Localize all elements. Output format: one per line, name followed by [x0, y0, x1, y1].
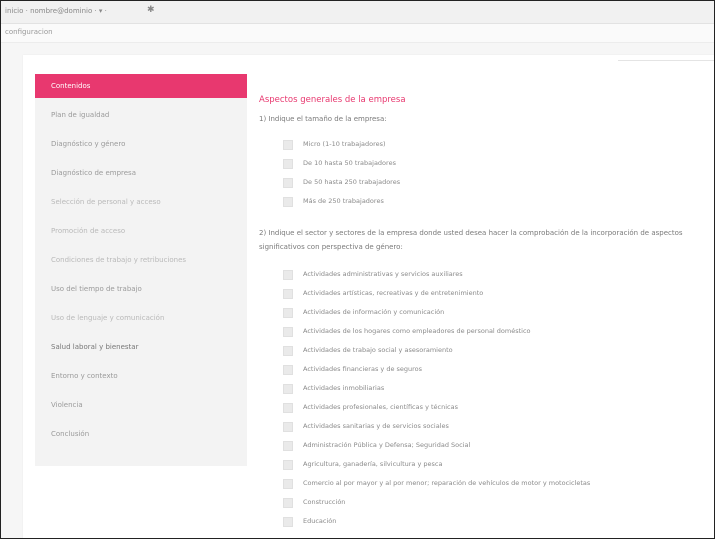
- option-checkbox[interactable]: Actividades artísticas, recreativas y de…: [283, 287, 703, 304]
- option-label: Educación: [303, 517, 337, 525]
- option-label: Actividades artísticas, recreativas y de…: [303, 289, 484, 297]
- checkbox[interactable]: [283, 479, 293, 489]
- question-2: 2) Indique el sector y sectores de la em…: [259, 229, 683, 251]
- option-label: Actividades de los hogares como empleado…: [303, 327, 531, 335]
- sidebar-item-seleccion[interactable]: Selección de personal y acceso: [35, 190, 247, 214]
- option-checkbox[interactable]: De 10 hasta 50 trabajadores: [283, 157, 703, 174]
- sidebar-item-entorno[interactable]: Entorno y contexto: [35, 364, 247, 388]
- option-label: De 50 hasta 250 trabajadores: [303, 178, 401, 186]
- sidebar-item-label: Plan de igualdad: [51, 111, 110, 119]
- question-1: 1) Indique el tamaño de la empresa:: [259, 115, 387, 123]
- option-checkbox[interactable]: Administración Pública y Defensa; Seguri…: [283, 439, 703, 456]
- checkbox[interactable]: [283, 346, 293, 356]
- option-checkbox[interactable]: Más de 250 trabajadores: [283, 195, 703, 212]
- checkbox[interactable]: [283, 460, 293, 470]
- sidebar-item-label: Salud laboral y bienestar: [51, 343, 139, 351]
- sidebar-item-label: Uso de lenguaje y comunicación: [51, 314, 165, 322]
- sidebar-item-tiempo[interactable]: Uso del tiempo de trabajo: [35, 277, 247, 301]
- sidebar-item-label: Uso del tiempo de trabajo: [51, 285, 142, 293]
- sidebar-item-contenidos[interactable]: Contenidos: [35, 74, 247, 98]
- checkbox[interactable]: [283, 517, 293, 527]
- option-label: Actividades inmobiliarias: [303, 384, 385, 392]
- option-checkbox[interactable]: Actividades de información y comunicació…: [283, 306, 703, 323]
- option-label: Micro (1-10 trabajadores): [303, 140, 386, 148]
- sidebar-item-label: Selección de personal y acceso: [51, 198, 161, 206]
- checkbox[interactable]: [283, 384, 293, 394]
- option-label: Administración Pública y Defensa; Seguri…: [303, 441, 471, 449]
- option-label: Actividades profesionales, científicas y…: [303, 403, 458, 411]
- option-checkbox[interactable]: Actividades financieras y de seguros: [283, 363, 703, 380]
- checkbox[interactable]: [283, 441, 293, 451]
- sidebar-item-label: Contenidos: [51, 82, 91, 90]
- sidebar-item-lenguaje[interactable]: Uso de lenguaje y comunicación: [35, 306, 247, 330]
- option-checkbox[interactable]: Actividades administrativas y servicios …: [283, 268, 703, 285]
- option-label: Actividades sanitarias y de servicios so…: [303, 422, 449, 430]
- app-window: inicio · nombre@dominio · ▾ · ✱ configur…: [0, 0, 715, 539]
- checkbox[interactable]: [283, 178, 293, 188]
- sidebar-item-label: Promoción de acceso: [51, 227, 126, 235]
- checkbox[interactable]: [283, 327, 293, 337]
- option-label: Actividades financieras y de seguros: [303, 365, 423, 373]
- sidebar-item-label: Diagnóstico de empresa: [51, 169, 136, 177]
- sidebar-item-label: Violencia: [51, 401, 83, 409]
- checkbox[interactable]: [283, 159, 293, 169]
- option-checkbox[interactable]: Actividades profesionales, científicas y…: [283, 401, 703, 418]
- sidebar-item-label: Condiciones de trabajo y retribuciones: [51, 256, 187, 264]
- option-label: Agricultura, ganadería, silvicultura y p…: [303, 460, 443, 468]
- sidebar-item-label: Entorno y contexto: [51, 372, 118, 380]
- option-label: De 10 hasta 50 trabajadores: [303, 159, 396, 167]
- option-label: Más de 250 trabajadores: [303, 197, 384, 205]
- section-title: Aspectos generales de la empresa: [259, 95, 406, 105]
- divider: [618, 60, 714, 61]
- browser-toolbar: inicio · nombre@dominio · ▾ · ✱: [1, 1, 714, 24]
- option-label: Actividades de trabajo social y asesoram…: [303, 346, 453, 354]
- checkbox[interactable]: [283, 498, 293, 508]
- option-checkbox[interactable]: Comercio al por mayor y al por menor; re…: [283, 477, 703, 494]
- sidebar: Contenidos Plan de igualdad Diagnóstico …: [35, 74, 247, 466]
- option-checkbox[interactable]: Actividades de trabajo social y asesoram…: [283, 344, 703, 361]
- sidebar-item-condiciones[interactable]: Condiciones de trabajo y retribuciones: [35, 248, 247, 272]
- checkbox[interactable]: [283, 289, 293, 299]
- option-label: Actividades administrativas y servicios …: [303, 270, 463, 278]
- sidebar-item-salud[interactable]: Salud laboral y bienestar: [35, 335, 247, 359]
- checkbox[interactable]: [283, 365, 293, 375]
- checkbox[interactable]: [283, 422, 293, 432]
- checkbox[interactable]: [283, 140, 293, 150]
- option-checkbox[interactable]: Actividades inmobiliarias: [283, 382, 703, 399]
- checkbox[interactable]: [283, 270, 293, 280]
- option-checkbox[interactable]: Construcción: [283, 496, 703, 513]
- sidebar-item-plan[interactable]: Plan de igualdad: [35, 103, 247, 127]
- address-bar[interactable]: inicio · nombre@dominio · ▾ ·: [5, 7, 107, 15]
- sidebar-item-diagnostico-genero[interactable]: Diagnóstico y género: [35, 132, 247, 156]
- breadcrumb-bar: configuracion: [1, 24, 714, 43]
- option-label: Comercio al por mayor y al por menor; re…: [303, 479, 591, 487]
- option-label: Actividades de información y comunicació…: [303, 308, 445, 316]
- checkbox[interactable]: [283, 308, 293, 318]
- sidebar-item-label: Conclusión: [51, 430, 90, 438]
- option-checkbox[interactable]: De 50 hasta 250 trabajadores: [283, 176, 703, 193]
- sidebar-item-promocion[interactable]: Promoción de acceso: [35, 219, 247, 243]
- option-checkbox[interactable]: Actividades sanitarias y de servicios so…: [283, 420, 703, 437]
- gear-icon[interactable]: ✱: [147, 5, 155, 15]
- sidebar-item-label: Diagnóstico y género: [51, 140, 126, 148]
- breadcrumb[interactable]: configuracion: [5, 28, 53, 36]
- option-checkbox[interactable]: Actividades de los hogares como empleado…: [283, 325, 703, 342]
- option-checkbox[interactable]: Micro (1-10 trabajadores): [283, 138, 703, 155]
- checkbox[interactable]: [283, 197, 293, 207]
- page-background: Contenidos Plan de igualdad Diagnóstico …: [1, 43, 714, 538]
- sidebar-item-violencia[interactable]: Violencia: [35, 393, 247, 417]
- option-label: Construcción: [303, 498, 346, 506]
- option-checkbox[interactable]: Agricultura, ganadería, silvicultura y p…: [283, 458, 703, 475]
- checkbox[interactable]: [283, 403, 293, 413]
- option-checkbox[interactable]: Educación: [283, 515, 703, 532]
- main-panel: Contenidos Plan de igualdad Diagnóstico …: [23, 55, 714, 538]
- sidebar-item-diagnostico-empresa[interactable]: Diagnóstico de empresa: [35, 161, 247, 185]
- sidebar-item-conclusion[interactable]: Conclusión: [35, 422, 247, 446]
